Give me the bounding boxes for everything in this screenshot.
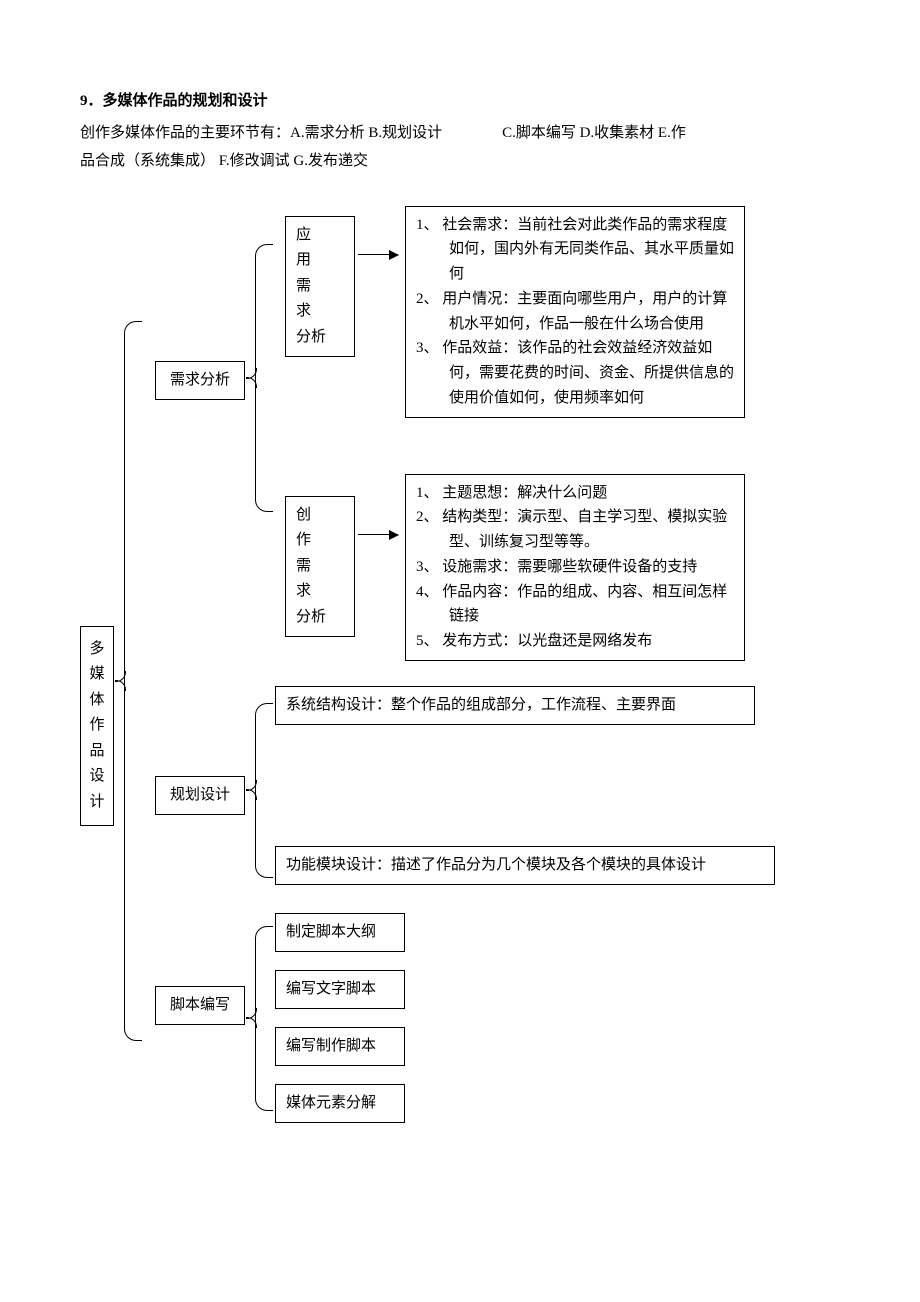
node-script: 脚本编写 xyxy=(155,986,245,1026)
create-req-l3: 分析 xyxy=(296,609,326,625)
create-item: 5、 发布方式：以光盘还是网络发布 xyxy=(416,629,734,654)
box-script-d: 媒体元素分解 xyxy=(275,1084,405,1124)
box-plan-b: 功能模块设计：描述了作品分为几个模块及各个模块的具体设计 xyxy=(275,846,775,886)
node-app-req: 应 用 需 求 分析 xyxy=(285,216,355,358)
box-script-b: 编写文字脚本 xyxy=(275,970,405,1010)
arrow-app xyxy=(358,254,398,255)
box-script-c: 编写制作脚本 xyxy=(275,1027,405,1067)
root-char: 作 xyxy=(87,713,107,739)
app-item: 1、 社会需求：当前社会对此类作品的需求程度如何，国内外有无同类作品、其水平质量… xyxy=(416,213,734,287)
create-item: 3、 设施需求：需要哪些软硬件设备的支持 xyxy=(416,555,734,580)
create-item: 4、 作品内容：作品的组成、内容、相互间怎样链接 xyxy=(416,580,734,630)
brace-root xyxy=(124,321,142,1041)
create-item: 2、 结构类型：演示型、自主学习型、模拟实验型、训练复习型等等。 xyxy=(416,505,734,555)
node-planning: 规划设计 xyxy=(155,776,245,816)
app-item: 3、 作品效益：该作品的社会效益经济效益如何，需要花费的时间、资金、所提供信息的… xyxy=(416,336,734,410)
intro-part-c: C.脚本编写 D.收集素材 E.作 xyxy=(502,125,686,141)
root-char: 媒 xyxy=(87,662,107,688)
create-req-l1: 创 作 xyxy=(296,507,344,549)
section-heading: 9．多媒体作品的规划和设计 xyxy=(80,90,840,113)
node-create-req: 创 作 需 求 分析 xyxy=(285,496,355,638)
box-script-a: 制定脚本大纲 xyxy=(275,913,405,953)
app-req-l1: 应 用 xyxy=(296,227,344,269)
root-char: 计 xyxy=(87,790,107,816)
root-char: 多 xyxy=(87,637,107,663)
root-box: 多 媒 体 作 品 设 计 xyxy=(80,626,114,827)
brace-plan xyxy=(255,703,273,878)
intro-part-a: 创作多媒体作品的主要环节有：A.需求分析 B.规划设计 xyxy=(80,125,442,141)
brace-script xyxy=(255,926,273,1111)
intro-text: 创作多媒体作品的主要环节有：A.需求分析 B.规划设计 C.脚本编写 D.收集素材… xyxy=(80,119,840,176)
create-item: 1、 主题思想：解决什么问题 xyxy=(416,481,734,506)
diagram: 多 媒 体 作 品 设 计 需求分析 规划设计 脚本编写 应 用 需 求 分析 xyxy=(80,206,840,1126)
node-requirements: 需求分析 xyxy=(155,361,245,401)
root-char: 体 xyxy=(87,688,107,714)
arrow-create xyxy=(358,534,398,535)
root-char: 品 xyxy=(87,739,107,765)
box-create-detail: 1、 主题思想：解决什么问题 2、 结构类型：演示型、自主学习型、模拟实验型、训… xyxy=(405,474,745,661)
brace-req xyxy=(255,244,273,512)
root-char: 设 xyxy=(87,764,107,790)
box-app-detail: 1、 社会需求：当前社会对此类作品的需求程度如何，国内外有无同类作品、其水平质量… xyxy=(405,206,745,418)
intro-line2: 品合成（系统集成） F.修改调试 G.发布递交 xyxy=(80,153,368,169)
app-item: 2、 用户情况：主要面向哪些用户，用户的计算机水平如何，作品一般在什么场合使用 xyxy=(416,287,734,337)
create-req-l2: 需 求 xyxy=(296,558,344,600)
box-plan-a: 系统结构设计：整个作品的组成部分，工作流程、主要界面 xyxy=(275,686,755,726)
app-req-l3: 分析 xyxy=(296,329,326,345)
app-req-l2: 需 求 xyxy=(296,278,344,320)
